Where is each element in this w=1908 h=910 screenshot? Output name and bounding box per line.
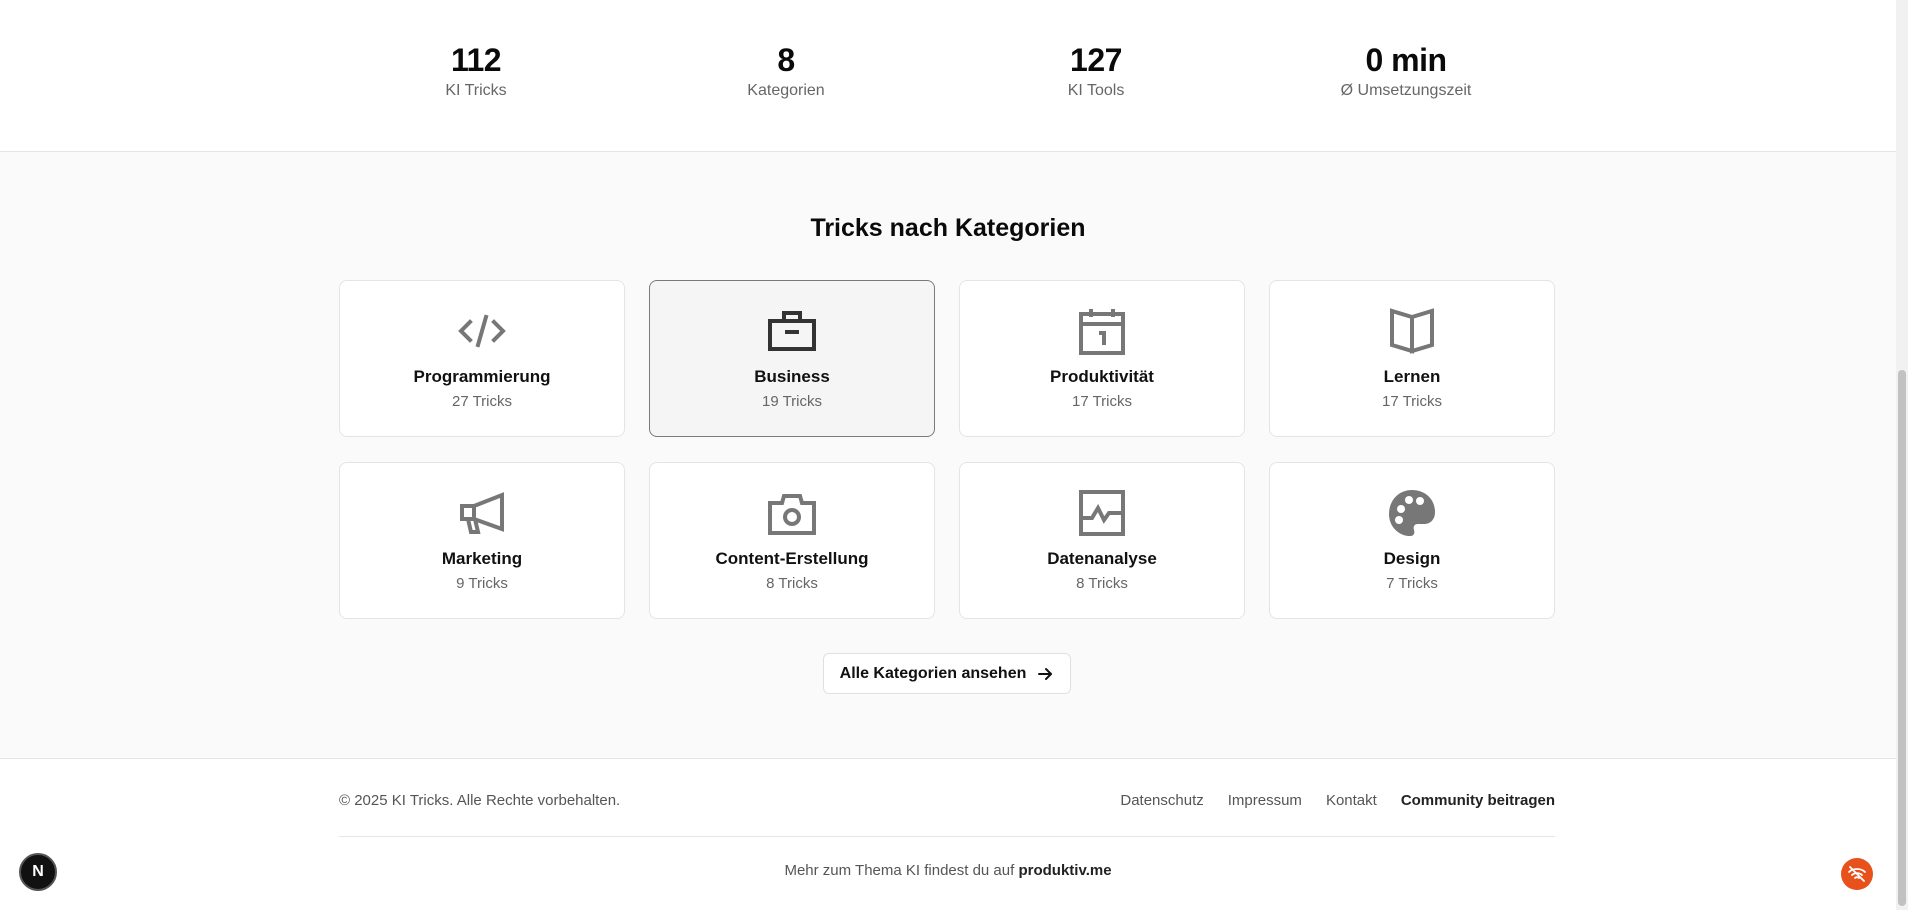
stat-value: 112 — [450, 42, 502, 78]
category-name: Datenanalyse — [1047, 549, 1157, 568]
category-name: Produktivität — [1050, 367, 1154, 386]
stat-value: 0 min — [1365, 42, 1447, 78]
scrollbar-thumb[interactable] — [1898, 370, 1906, 906]
megaphone-icon — [456, 487, 508, 539]
category-name: Content-Erstellung — [715, 549, 869, 568]
all-categories-button[interactable]: Alle Kategorien ansehen — [823, 653, 1071, 694]
category-count: 19 Tricks — [761, 393, 822, 410]
section-title: Tricks nach Kategorien — [810, 214, 1086, 242]
category-count: 8 Tricks — [1076, 575, 1128, 592]
stat-label: KI Tricks — [445, 82, 507, 99]
footer-more: Mehr zum Thema KI findest du auf produkt… — [0, 862, 1896, 879]
category-count: 9 Tricks — [456, 575, 508, 592]
category-card-produktivitaet[interactable]: Produktivität 17 Tricks — [959, 280, 1245, 437]
stat-label: KI Tools — [1067, 82, 1125, 99]
all-categories-label: Alle Kategorien ansehen — [839, 664, 1027, 682]
code-icon — [456, 305, 508, 357]
arrow-right-icon — [1038, 667, 1053, 680]
category-card-lernen[interactable]: Lernen 17 Tricks — [1269, 280, 1555, 437]
next-logo-icon: N — [32, 863, 44, 880]
stat-label: Kategorien — [747, 82, 825, 99]
stat-tricks: 112 KI Tricks — [356, 40, 596, 100]
scrollbar[interactable] — [1896, 0, 1908, 910]
stat-tools: 127 KI Tools — [976, 40, 1216, 100]
floating-widget-button[interactable] — [1841, 858, 1873, 890]
category-count: 17 Tricks — [1071, 393, 1132, 410]
wifi-off-icon — [1848, 866, 1866, 882]
camera-icon — [766, 487, 818, 539]
stat-value: 127 — [1070, 42, 1122, 78]
book-open-icon — [1386, 305, 1438, 357]
chart-icon — [1076, 487, 1128, 539]
category-card-business[interactable]: Business 19 Tricks — [649, 280, 935, 437]
category-name: Lernen — [1383, 367, 1441, 386]
category-count: 7 Tricks — [1386, 575, 1438, 592]
category-name: Marketing — [441, 549, 523, 568]
produktiv-link[interactable]: produktiv.me — [1018, 862, 1111, 879]
category-card-design[interactable]: Design 7 Tricks — [1269, 462, 1555, 619]
category-count: 17 Tricks — [1381, 393, 1442, 410]
category-grid: Programmierung 27 Tricks Business 19 Tri… — [339, 280, 1555, 619]
category-card-programmierung[interactable]: Programmierung 27 Tricks — [339, 280, 625, 437]
stats-band: 112 KI Tricks 8 Kategorien 127 KI Tools … — [0, 0, 1896, 152]
link-datenschutz[interactable]: Datenschutz — [1120, 792, 1203, 809]
stat-time: 0 min Ø Umsetzungszeit — [1286, 40, 1526, 100]
next-dev-indicator[interactable]: N — [19, 853, 57, 891]
footer-divider — [339, 836, 1555, 837]
category-card-datenanalyse[interactable]: Datenanalyse 8 Tricks — [959, 462, 1245, 619]
category-card-marketing[interactable]: Marketing 9 Tricks — [339, 462, 625, 619]
category-name: Business — [754, 367, 830, 386]
category-count: 27 Tricks — [451, 393, 512, 410]
category-name: Design — [1383, 549, 1441, 568]
calendar-icon — [1076, 305, 1128, 357]
copyright: © 2025 KI Tricks. Alle Rechte vorbehalte… — [339, 792, 621, 809]
footer-nav: Datenschutz Impressum Kontakt Community … — [1120, 792, 1555, 809]
stat-label: Ø Umsetzungszeit — [1340, 82, 1472, 99]
link-impressum[interactable]: Impressum — [1228, 792, 1302, 809]
category-count: 8 Tricks — [766, 575, 818, 592]
footer: © 2025 KI Tricks. Alle Rechte vorbehalte… — [0, 758, 1896, 910]
palette-icon — [1386, 487, 1438, 539]
stat-value: 8 — [777, 42, 795, 78]
category-name: Programmierung — [413, 367, 551, 386]
link-kontakt[interactable]: Kontakt — [1326, 792, 1377, 809]
briefcase-icon — [766, 305, 818, 357]
category-card-content-erstellung[interactable]: Content-Erstellung 8 Tricks — [649, 462, 935, 619]
link-community-beitragen[interactable]: Community beitragen — [1401, 792, 1555, 809]
stat-categories: 8 Kategorien — [666, 40, 906, 100]
footer-more-text: Mehr zum Thema KI findest du auf — [784, 862, 1015, 879]
